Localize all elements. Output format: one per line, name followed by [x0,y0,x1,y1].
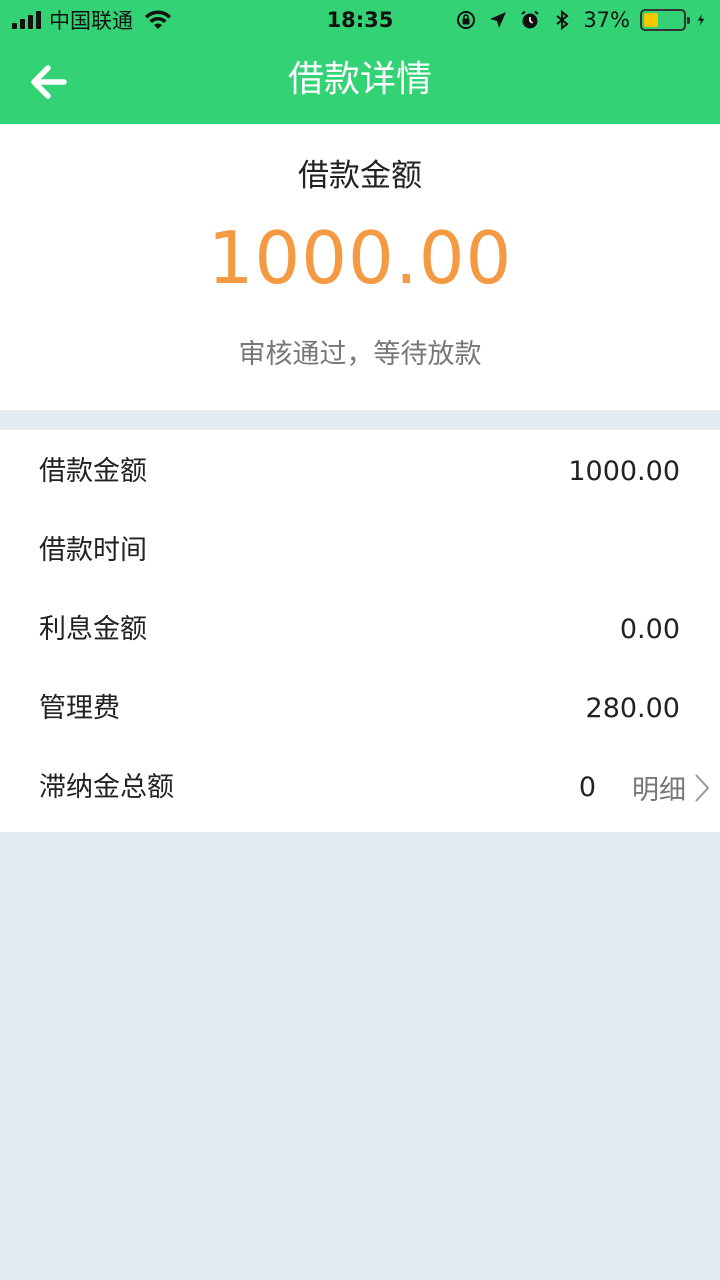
location-icon [490,12,507,28]
row-value: 0.00 [619,614,680,645]
detail-row-management-fee: 管理费 280.00 [0,669,720,748]
loan-summary: 借款金额 1000.00 审核通过，等待放款 [0,124,720,410]
nav-bar: 借款详情 [0,40,720,124]
top-bar: 中国联通 18:35 37% 借款详情 [0,0,720,124]
row-label: 借款时间 [39,535,147,566]
alarm-icon [521,10,539,29]
page-title: 借款详情 [287,59,432,100]
chevron-right-icon [695,773,710,802]
orientation-lock-icon [457,11,476,29]
charging-icon [697,14,705,26]
detail-row-time: 借款时间 [0,511,720,590]
row-value: 0 [578,772,596,803]
battery-percent: 37% [583,8,630,32]
row-label: 滞纳金总额 [39,772,174,803]
status-bar: 中国联通 18:35 37% [0,0,720,40]
summary-label: 借款金额 [298,158,422,194]
row-label: 管理费 [39,693,120,724]
summary-status: 审核通过，等待放款 [238,339,482,370]
battery-fill [644,13,659,27]
status-right: 37% [455,6,710,34]
row-value: 1000.00 [568,456,680,487]
row-label: 借款金额 [39,456,147,487]
row-value: 280.00 [585,693,680,724]
summary-amount: 1000.00 [207,216,513,300]
loan-details-list: 借款金额 1000.00 借款时间 利息金额 0.00 管理费 280.00 滞… [0,430,720,832]
detail-link-text: 明细 [632,775,686,806]
late-fee-detail-link[interactable]: 明细 [632,748,712,827]
bluetooth-icon [556,9,569,31]
detail-row-amount: 借款金额 1000.00 [0,432,720,511]
battery-icon [640,9,690,31]
row-label: 利息金额 [39,614,147,645]
detail-row-interest: 利息金额 0.00 [0,590,720,669]
detail-row-late-fee: 滞纳金总额 0 明细 [0,748,720,827]
